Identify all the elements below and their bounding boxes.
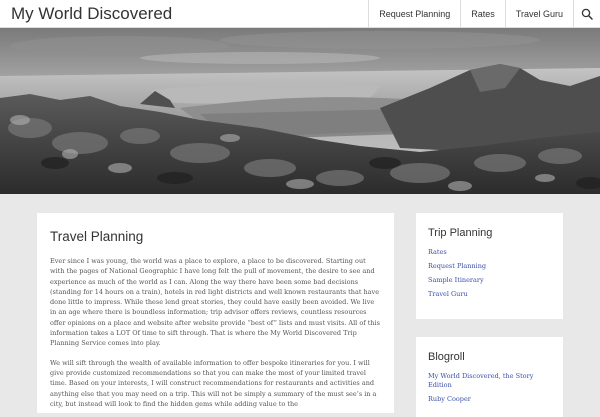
blogroll-link-story-edition[interactable]: My World Discovered, the Story Edition	[428, 372, 551, 390]
search-button[interactable]	[573, 0, 600, 28]
article-paragraph: Ever since I was young, the world was a …	[50, 257, 380, 348]
blogroll-widget: Blogroll My World Discovered, the Story …	[416, 337, 563, 417]
article-paragraph: We will sift through the wealth of avail…	[50, 358, 377, 408]
site-header: My World Discovered Request Planning Rat…	[0, 0, 600, 28]
search-icon	[581, 8, 593, 20]
nav-travel-guru[interactable]: Travel Guru	[504, 0, 573, 28]
nav-request-planning[interactable]: Request Planning	[368, 0, 460, 28]
nav-rates[interactable]: Rates	[460, 0, 505, 28]
widget-title-blogroll: Blogroll	[428, 351, 465, 363]
site-title[interactable]: My World Discovered	[11, 4, 172, 24]
article-body: Ever since I was young, the world was a …	[50, 256, 381, 409]
main-nav: Request Planning Rates Travel Guru	[368, 0, 600, 28]
sidebar-link-sample-itinerary[interactable]: Sample Itinerary	[428, 276, 551, 285]
main-content-card: Travel Planning Ever since I was young, …	[37, 213, 394, 413]
hero-image	[0, 28, 600, 194]
sidebar-link-request-planning[interactable]: Request Planning	[428, 262, 551, 271]
sidebar-link-travel-guru[interactable]: Travel Guru	[428, 290, 551, 299]
trip-planning-widget: Trip Planning Rates Request Planning Sam…	[416, 213, 563, 319]
sidebar-link-rates[interactable]: Rates	[428, 248, 551, 257]
page-title: Travel Planning	[50, 229, 144, 244]
widget-title-trip-planning: Trip Planning	[428, 227, 493, 239]
